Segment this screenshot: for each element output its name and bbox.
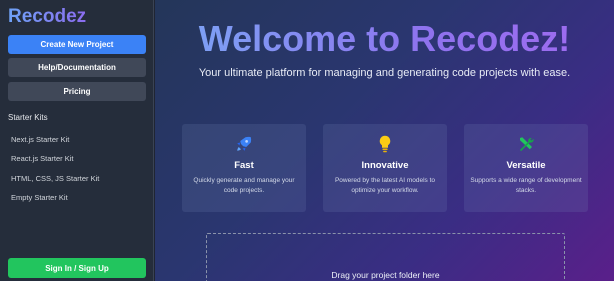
page-subtitle: Your ultimate platform for managing and … (198, 67, 571, 79)
starter-kit-nextjs[interactable]: Next.js Starter Kit (11, 135, 69, 144)
sign-in-button[interactable]: Sign In / Sign Up (8, 258, 146, 278)
page-title: Welcome to Recodez! (155, 18, 614, 60)
feature-title: Versatile (506, 160, 546, 171)
help-documentation-button[interactable]: Help/Documentation (8, 58, 146, 77)
feature-title: Innovative (361, 160, 409, 171)
feature-card-versatile: Versatile Supports a wide range of devel… (464, 124, 588, 212)
lightbulb-icon (375, 134, 395, 154)
feature-description: Quickly generate and manage your code pr… (193, 177, 295, 194)
tools-icon (516, 134, 536, 154)
feature-title: Fast (234, 160, 254, 171)
create-project-button[interactable]: Create New Project (8, 35, 146, 54)
starter-kit-reactjs[interactable]: React.js Starter Kit (11, 154, 74, 163)
starter-kits-heading: Starter Kits (8, 113, 48, 122)
sidebar: Recodez Create New Project Help/Document… (0, 0, 154, 281)
project-dropzone[interactable]: Drag your project folder here (206, 233, 565, 281)
feature-description: Powered by the latest AI models to optim… (334, 177, 436, 194)
feature-card-innovative: Innovative Powered by the latest AI mode… (323, 124, 447, 212)
feature-card-fast: Fast Quickly generate and manage your co… (182, 124, 306, 212)
starter-kit-html-css-js[interactable]: HTML, CSS, JS Starter Kit (11, 174, 99, 183)
pricing-button[interactable]: Pricing (8, 82, 146, 101)
main-content: Welcome to Recodez! Your ultimate platfo… (155, 0, 614, 281)
rocket-icon (234, 134, 254, 154)
app-logo: Recodez (8, 6, 87, 27)
starter-kit-empty[interactable]: Empty Starter Kit (11, 193, 68, 202)
feature-description: Supports a wide range of development sta… (470, 177, 582, 194)
dropzone-label: Drag your project folder here (331, 270, 440, 280)
